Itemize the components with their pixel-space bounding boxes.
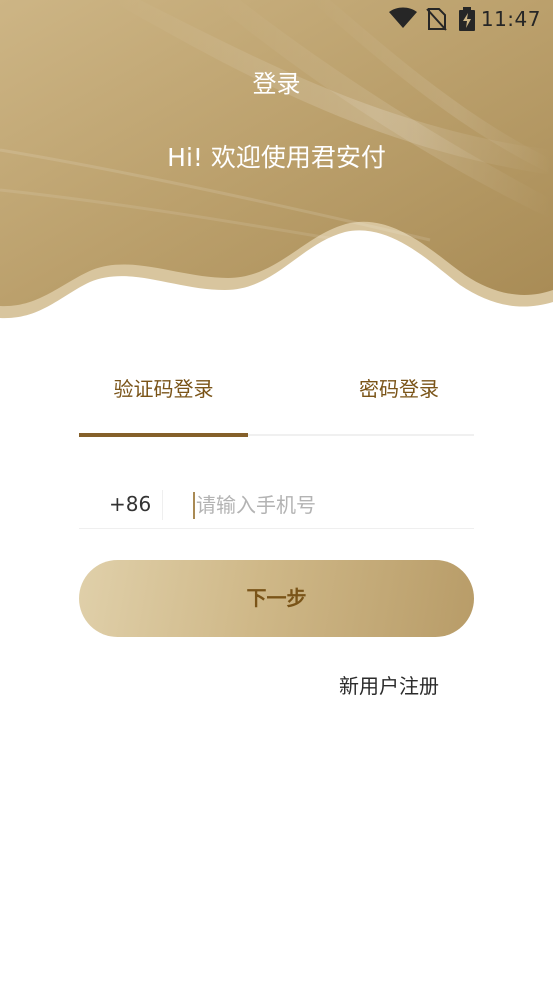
- phone-row: +86: [79, 480, 474, 529]
- active-tab-indicator: [79, 433, 248, 437]
- phone-input[interactable]: [192, 488, 466, 522]
- page-title: 登录: [252, 70, 301, 98]
- tab-password-login[interactable]: 密码登录: [309, 360, 489, 434]
- status-time: 11:47: [480, 7, 541, 31]
- code-divider: [162, 490, 163, 520]
- header-banner: 11:47 登录 Hi! 欢迎使用君安付: [0, 0, 553, 330]
- next-button[interactable]: 下一步: [79, 560, 474, 637]
- register-link[interactable]: 新用户注册: [339, 670, 439, 699]
- login-tabs: 验证码登录 密码登录: [79, 360, 474, 438]
- welcome-text: Hi! 欢迎使用君安付: [167, 143, 386, 172]
- country-code[interactable]: +86: [109, 492, 151, 516]
- tab-sms-login[interactable]: 验证码登录: [79, 360, 248, 434]
- text-caret: [193, 492, 195, 519]
- status-bar: 11:47: [0, 0, 553, 38]
